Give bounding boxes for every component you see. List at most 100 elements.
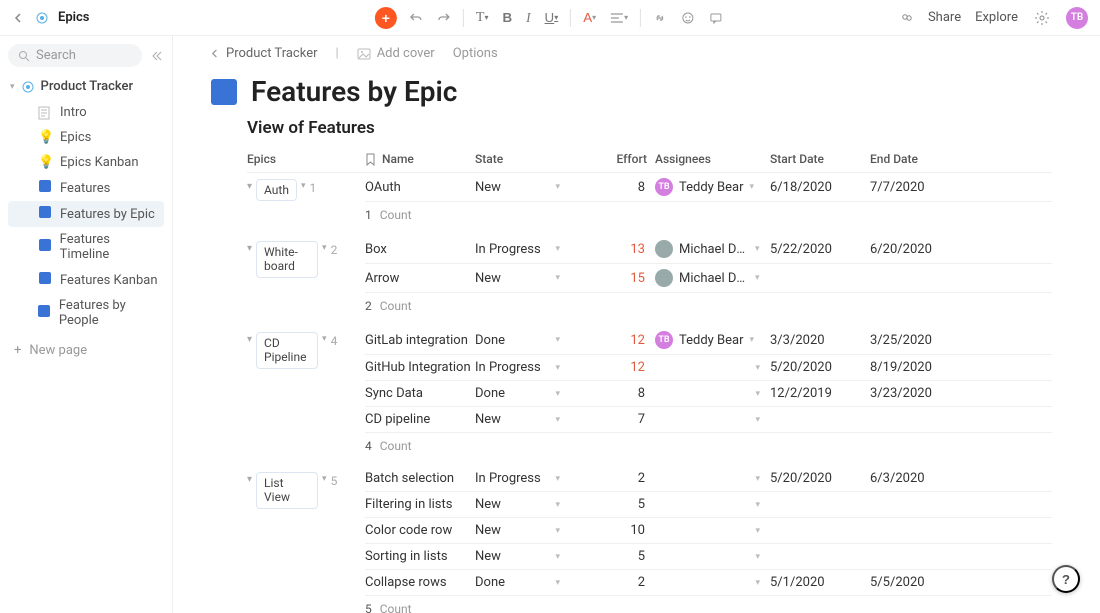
table-row[interactable]: Collapse rowsDone▾2▾5/1/20205/5/2020	[365, 570, 1052, 596]
table-row[interactable]: Batch selectionIn Progress▾2▾5/20/20206/…	[365, 466, 1052, 492]
table-row[interactable]: Sync DataDone▾8▾12/2/20193/23/2020	[365, 381, 1052, 407]
col-name[interactable]: Name	[365, 152, 475, 166]
cell-state[interactable]: New▾	[475, 412, 570, 427]
chevron-down-icon: ▾	[755, 474, 770, 484]
search-input[interactable]: Search	[8, 44, 142, 67]
cell-state[interactable]: In Progress▾	[475, 360, 570, 375]
cell-assignee[interactable]: ▾	[655, 389, 770, 399]
table-row[interactable]: CD pipelineNew▾7▾	[365, 407, 1052, 433]
cell-state[interactable]: New▾	[475, 180, 570, 195]
sidebar-item[interactable]: 💡Epics Kanban	[8, 150, 164, 175]
add-button[interactable]: +	[375, 7, 397, 29]
table-row[interactable]: OAuthNew▾8TBTeddy Bear▾6/18/20207/7/2020	[365, 173, 1052, 202]
chevron-down-icon: ▾	[247, 241, 252, 254]
col-state[interactable]: State	[475, 152, 570, 166]
sidebar-item[interactable]: 💡Epics	[8, 125, 164, 150]
col-epics[interactable]: Epics	[247, 152, 365, 166]
cell-assignee[interactable]: ▾	[655, 526, 770, 536]
add-cover-button[interactable]: Add cover	[357, 46, 435, 61]
align-button[interactable]: ▾	[608, 10, 630, 26]
col-assignees[interactable]: Assignees	[655, 152, 770, 166]
table-row[interactable]: Color code rowNew▾10▾	[365, 518, 1052, 544]
cell-state[interactable]: In Progress▾	[475, 242, 570, 257]
section-title: View of Features	[247, 118, 1052, 138]
sidebar-item[interactable]: Features Timeline	[8, 227, 164, 267]
chevron-down-icon: ▾	[555, 552, 570, 562]
cell-state[interactable]: New▾	[475, 549, 570, 564]
new-page-button[interactable]: + New page	[8, 335, 164, 363]
user-avatar[interactable]: TB	[1066, 7, 1088, 29]
breadcrumb[interactable]: Product Tracker	[211, 46, 318, 61]
chevron-down-icon: ▾	[10, 82, 15, 92]
cell-state[interactable]: Done▾	[475, 386, 570, 401]
cell-assignee[interactable]: ▾	[655, 363, 770, 373]
cell-assignee[interactable]: ▾	[655, 552, 770, 562]
sidebar-item[interactable]: Features Kanban	[8, 267, 164, 293]
cell-assignee[interactable]: TBTeddy Bear▾	[655, 331, 770, 349]
cell-start: 5/1/2020	[770, 575, 870, 590]
sidebar-item[interactable]: Features by People	[8, 293, 164, 333]
separator: |	[336, 46, 339, 61]
emoji-button[interactable]	[679, 9, 697, 27]
cell-assignee[interactable]: ▾	[655, 578, 770, 588]
redo-button[interactable]	[435, 9, 453, 27]
sidebar-item[interactable]: Features	[8, 175, 164, 201]
settings-button[interactable]	[1032, 8, 1052, 28]
back-button[interactable]	[12, 11, 26, 25]
table-row[interactable]: Filtering in listsNew▾5▾	[365, 492, 1052, 518]
comment-button[interactable]	[707, 9, 725, 27]
cell-assignee[interactable]: Michael Du…▾	[655, 240, 770, 258]
collapse-sidebar-button[interactable]	[148, 48, 164, 64]
italic-button[interactable]: I	[524, 8, 532, 28]
sidebar-item[interactable]: Features by Epic	[8, 201, 164, 227]
text-style-button[interactable]: T ▾	[474, 8, 491, 28]
cell-assignee[interactable]: ▾	[655, 500, 770, 510]
workspace-root[interactable]: ▾ Product Tracker	[8, 75, 164, 98]
cell-assignee[interactable]: Michael Du…▾	[655, 269, 770, 287]
group-footer: 5Count	[365, 596, 1052, 613]
col-end[interactable]: End Date	[870, 152, 950, 166]
assignee-name: Michael Du…	[679, 242, 749, 257]
table-row[interactable]: BoxIn Progress▾13Michael Du…▾5/22/20206/…	[365, 235, 1052, 264]
cell-state[interactable]: Done▾	[475, 333, 570, 348]
table-row[interactable]: Sorting in listsNew▾5▾	[365, 544, 1052, 570]
cell-state[interactable]: Done▾	[475, 575, 570, 590]
group-header[interactable]: ▾List View▾5	[247, 466, 365, 596]
group-header[interactable]: ▾Auth▾1	[247, 173, 365, 202]
cell-state[interactable]: In Progress▾	[475, 471, 570, 486]
table-row[interactable]: GitHub IntegrationIn Progress▾12▾5/20/20…	[365, 355, 1052, 381]
link-button[interactable]	[651, 9, 669, 27]
chevron-down-icon: ▾	[555, 335, 570, 345]
text-color-button[interactable]: A ▾	[581, 8, 598, 27]
chevron-down-icon: ▾	[750, 182, 765, 192]
col-effort[interactable]: Effort	[570, 152, 655, 166]
group-header[interactable]: ▾CD Pipeline▾4	[247, 326, 365, 433]
col-start[interactable]: Start Date	[770, 152, 870, 166]
cell-start: 12/2/2019	[770, 386, 870, 401]
table-row[interactable]: GitLab integrationDone▾12TBTeddy Bear▾3/…	[365, 326, 1052, 355]
sidebar-item[interactable]: Intro	[8, 100, 164, 125]
options-button[interactable]: Options	[453, 46, 498, 61]
cell-assignee[interactable]: ▾	[655, 474, 770, 484]
undo-button[interactable]	[407, 9, 425, 27]
bold-button[interactable]: B	[500, 8, 514, 27]
group-header[interactable]: ▾White-board▾2	[247, 235, 365, 293]
underline-button[interactable]: U ▾	[543, 8, 561, 27]
cell-name: CD pipeline	[365, 412, 475, 427]
cell-state[interactable]: New▾	[475, 271, 570, 286]
explore-link[interactable]: Explore	[975, 10, 1018, 25]
group-footer: 2Count	[365, 293, 1052, 325]
share-link[interactable]: Share	[928, 10, 961, 25]
cell-state[interactable]: New▾	[475, 497, 570, 512]
cell-assignee[interactable]: TBTeddy Bear▾	[655, 178, 770, 196]
help-button[interactable]: ?	[1052, 565, 1080, 593]
table-row[interactable]: ArrowNew▾15Michael Du…▾	[365, 264, 1052, 293]
cell-name: Arrow	[365, 271, 475, 286]
new-page-label: New page	[29, 343, 87, 358]
cell-assignee[interactable]: ▾	[655, 415, 770, 425]
nav-label: Features Timeline	[60, 232, 160, 262]
separator	[570, 9, 571, 27]
group-chip: CD Pipeline	[256, 332, 318, 369]
chevron-down-icon: ▾	[247, 472, 252, 485]
cell-state[interactable]: New▾	[475, 523, 570, 538]
